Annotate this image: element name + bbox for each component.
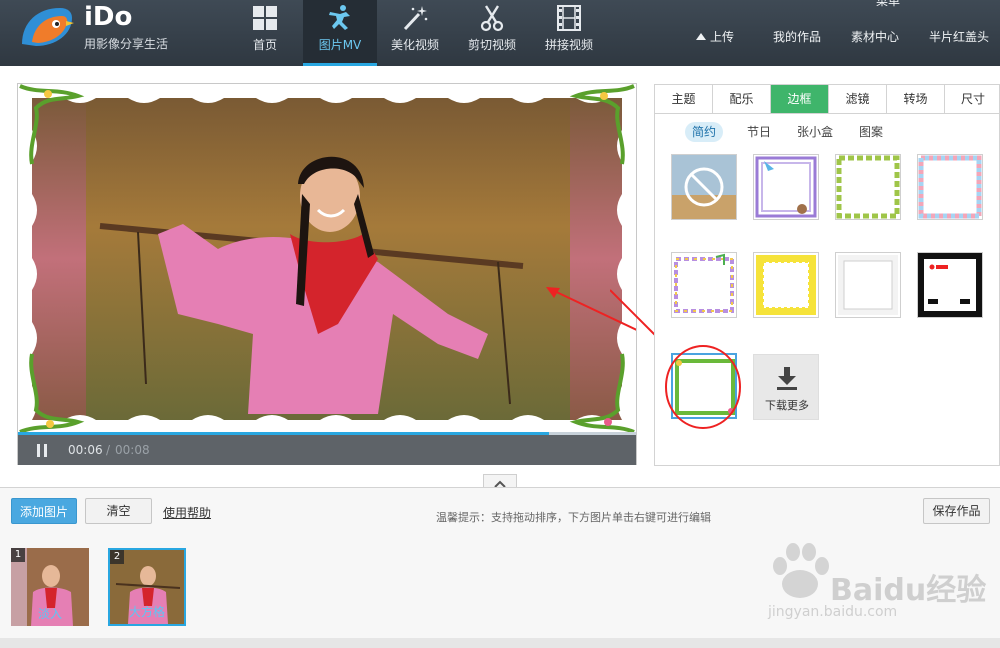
red-circle-annotation: [665, 345, 741, 429]
film-thumb[interactable]: 1 淡入: [11, 548, 89, 626]
save-work-button[interactable]: 保存作品: [923, 498, 990, 524]
tab-frame[interactable]: 边框: [771, 85, 829, 113]
paw-icon: [773, 543, 829, 598]
frame-leaf-green[interactable]: [835, 154, 901, 220]
nav-cut-video-label: 剪切视频: [467, 38, 516, 52]
film-thumb-index: 1: [11, 548, 25, 562]
bottom-edge: [0, 638, 1000, 648]
magic-wand-icon: [403, 6, 428, 31]
scissors-icon: [480, 5, 504, 32]
app-name: iDo: [84, 2, 133, 32]
download-more-label: 下载更多: [765, 399, 809, 412]
frame-rec-camera[interactable]: [917, 252, 983, 318]
film-strip-icon: [557, 5, 581, 31]
pastel-dots-frame-icon: [918, 155, 982, 219]
tab-transition[interactable]: 转场: [887, 85, 945, 113]
nav-join-video[interactable]: 拼接视频: [532, 0, 606, 66]
top-navigation-bar: iDo 用影像分享生活 首页 图片MV 美化视频 剪切视频 拼接视频 菜单 上传…: [0, 0, 1000, 66]
collapse-toggle[interactable]: [483, 474, 517, 488]
film-thumb-index: 2: [110, 550, 124, 564]
help-link[interactable]: 使用帮助: [163, 504, 211, 521]
nav-photo-mv[interactable]: 图片MV: [303, 0, 377, 66]
nav-join-video-label: 拼接视频: [544, 38, 593, 52]
frame-yellow-stamp[interactable]: [753, 252, 819, 318]
white-simple-frame-icon: [838, 255, 898, 315]
pause-icon[interactable]: [36, 444, 48, 457]
time-separator: /: [106, 443, 111, 457]
frame-ribbon-music[interactable]: [671, 252, 737, 318]
menu-button[interactable]: 菜单: [876, 0, 900, 9]
download-icon: [777, 367, 797, 390]
upload-label: 上传: [710, 30, 735, 44]
nav-cut-video[interactable]: 剪切视频: [455, 0, 529, 66]
preview-image: [18, 84, 636, 434]
red-arrow-annotation: [610, 289, 659, 339]
subtab-zhangxiaohe[interactable]: 张小盒: [793, 122, 837, 142]
my-works-link[interactable]: 我的作品: [773, 28, 821, 45]
watermark-brand: Baidu经验: [830, 573, 987, 608]
film-thumb-transition: 淡入: [37, 607, 62, 621]
materials-link[interactable]: 素材中心: [851, 28, 899, 45]
nav-beautify-video[interactable]: 美化视频: [378, 0, 452, 66]
current-time: 00:06: [68, 443, 103, 457]
ido-logo-icon: [22, 8, 74, 46]
player-controls: 00:06 / 00:08: [18, 435, 636, 465]
framed-photo-illustration: [18, 84, 636, 434]
ribbon-music-frame-icon: [674, 253, 734, 313]
tab-filter[interactable]: 滤镜: [829, 85, 887, 113]
frame-white-simple[interactable]: [835, 252, 901, 318]
video-preview: 00:06 / 00:08: [17, 83, 637, 465]
tab-music[interactable]: 配乐: [713, 85, 771, 113]
frame-bird-purple[interactable]: [753, 154, 819, 220]
subtab-simple[interactable]: 简约: [685, 122, 723, 142]
app-tagline: 用影像分享生活: [84, 37, 169, 51]
rec-camera-frame-icon: [918, 253, 982, 317]
frame-none[interactable]: [671, 154, 737, 220]
nav-home[interactable]: 首页: [228, 0, 302, 66]
film-thumb-transition: 大方格: [128, 605, 165, 619]
nav-beautify-video-label: 美化视频: [390, 38, 439, 52]
no-frame-icon: [672, 155, 736, 219]
bird-purple-frame-icon: [755, 156, 817, 218]
download-more-button[interactable]: 下载更多: [753, 354, 819, 420]
subtab-pattern[interactable]: 图案: [855, 122, 887, 142]
watermark-url: jingyan.baidu.com: [768, 604, 898, 620]
leaf-green-frame-icon: [836, 155, 900, 219]
add-image-button[interactable]: 添加图片: [11, 498, 77, 524]
grid-icon: [253, 6, 277, 30]
hint-text: 温馨提示：支持拖动排序，下方图片单击右键可进行编辑: [436, 511, 711, 524]
film-thumb[interactable]: 2 大方格: [108, 548, 186, 626]
total-time: 00:08: [115, 443, 150, 457]
tab-theme[interactable]: 主题: [655, 85, 713, 113]
clear-button[interactable]: 清空: [85, 498, 152, 524]
panel-tabs: 主题 配乐 边框 滤镜 转场 尺寸: [655, 85, 1000, 114]
nav-home-label: 首页: [252, 38, 277, 52]
tab-size[interactable]: 尺寸: [945, 85, 1000, 113]
subtab-festival[interactable]: 节日: [743, 122, 775, 142]
opening-ending-link[interactable]: 半片红盖头: [929, 28, 989, 45]
dancer-icon: [329, 5, 350, 30]
settings-panel: 主题 配乐 边框 滤镜 转场 尺寸 简约 节日 张小盒 图案 下载更多: [654, 84, 1000, 466]
yellow-stamp-frame-icon: [756, 255, 816, 315]
upload-link[interactable]: 上传: [696, 28, 734, 45]
baidu-watermark: Baidu经验 jingyan.baidu.com: [760, 540, 990, 630]
upload-icon: [696, 33, 706, 40]
nav-photo-mv-label: 图片MV: [318, 38, 362, 52]
frame-pastel-dots[interactable]: [917, 154, 983, 220]
